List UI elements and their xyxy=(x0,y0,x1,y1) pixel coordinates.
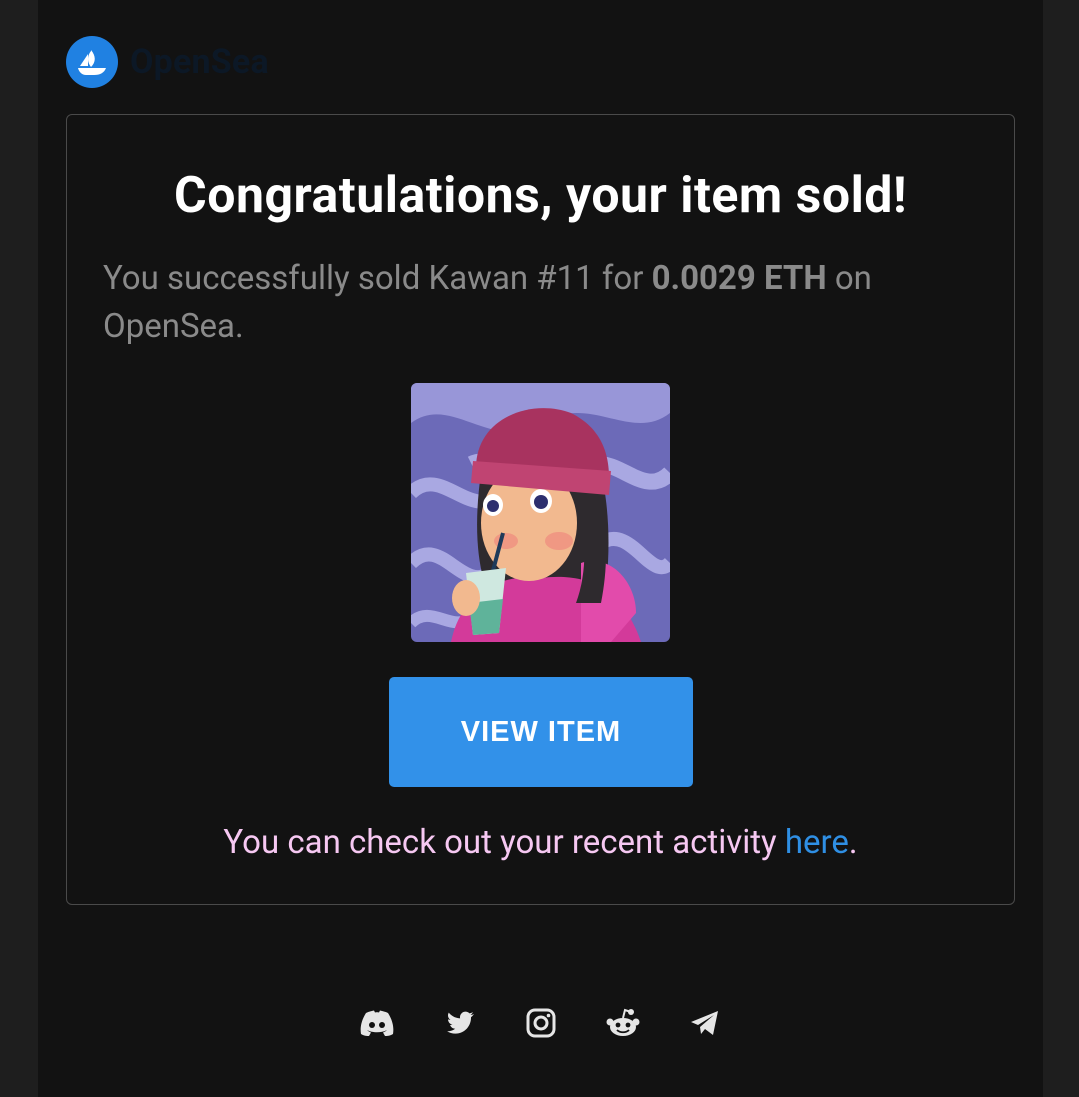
opensea-logo[interactable]: OpenSea xyxy=(66,36,269,88)
email-body: OpenSea Congratulations, your item sold!… xyxy=(38,0,1043,1097)
twitter-icon[interactable] xyxy=(442,1006,476,1040)
activity-here-link[interactable]: here xyxy=(785,823,849,862)
instagram-icon[interactable] xyxy=(524,1006,558,1040)
message-prefix: You successfully sold Kawan #11 for xyxy=(103,259,652,298)
opensea-wordmark: OpenSea xyxy=(130,42,269,82)
nft-image[interactable] xyxy=(411,383,670,642)
activity-prefix: You can check out your recent activity xyxy=(223,823,785,862)
discord-icon[interactable] xyxy=(360,1006,394,1040)
reddit-icon[interactable] xyxy=(606,1006,640,1040)
telegram-icon[interactable] xyxy=(688,1006,722,1040)
recent-activity-text: You can check out your recent activity h… xyxy=(67,823,1014,862)
social-links xyxy=(38,1006,1043,1040)
activity-suffix: . xyxy=(848,823,858,862)
opensea-ship-icon xyxy=(66,36,118,88)
sale-message: You successfully sold Kawan #11 for 0.00… xyxy=(103,255,963,351)
sale-card: Congratulations, your item sold! You suc… xyxy=(66,114,1015,905)
sale-price: 0.0029 ETH xyxy=(651,259,827,298)
sale-heading: Congratulations, your item sold! xyxy=(174,167,907,225)
view-item-button[interactable]: VIEW ITEM xyxy=(389,677,693,787)
